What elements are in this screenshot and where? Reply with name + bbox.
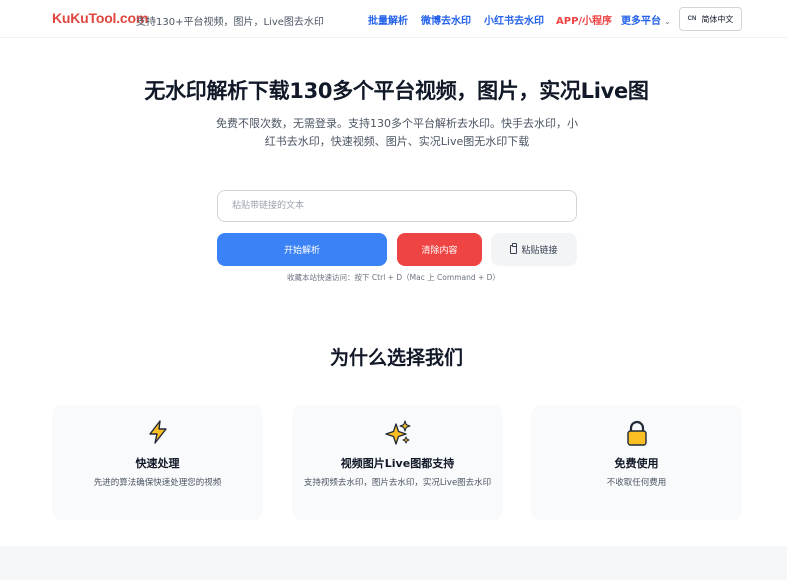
feature-card-formats: 视频图片Live图都支持 支持视频去水印，图片去水印，实况Live图去水印 bbox=[292, 405, 503, 520]
parse-button-label: 开始解析 bbox=[283, 246, 320, 256]
nav-more-label: 更多平台 bbox=[621, 16, 661, 27]
feature-desc: 支持视频去水印，图片去水印，实况Live图去水印 bbox=[303, 478, 492, 488]
feature-title: 免费使用 bbox=[614, 457, 659, 470]
nav-xiaohongshu[interactable]: 小红书去水印 bbox=[484, 12, 544, 27]
paste-button[interactable]: 粘贴链接 bbox=[491, 233, 577, 266]
hero-subtitle: 免费不限次数，无需登录。支持130多个平台解析去水印。快手去水印，小红书去水印，… bbox=[216, 117, 578, 148]
hero-title: 无水印解析下载130多个平台视频，图片，实况Live图 bbox=[144, 79, 649, 103]
lock-icon bbox=[531, 419, 742, 447]
lightning-icon bbox=[52, 419, 263, 447]
clear-button-label: 清除内容 bbox=[421, 246, 458, 256]
feature-title: 视频图片Live图都支持 bbox=[340, 457, 455, 470]
site-tagline: 支持130+平台视频，图片，Live图去水印 bbox=[136, 17, 324, 28]
chevron-down-icon: ⌄ bbox=[664, 17, 671, 26]
feature-card-free: 免费使用 不收取任何费用 bbox=[531, 405, 742, 520]
language-switch[interactable]: CN 简体中文 bbox=[679, 7, 742, 31]
paste-button-label: 粘贴链接 bbox=[521, 246, 558, 256]
clipboard-icon bbox=[510, 243, 518, 254]
nav-more-platforms[interactable]: 更多平台 ⌄ bbox=[621, 12, 671, 27]
parse-button[interactable]: 开始解析 bbox=[217, 233, 387, 266]
feature-title: 快速处理 bbox=[135, 457, 180, 470]
feature-desc: 先进的算法确保快速处理您的视频 bbox=[93, 478, 222, 488]
language-code: CN bbox=[687, 16, 697, 22]
site-header: KuKuTool.com 支持130+平台视频，图片，Live图去水印 批量解析… bbox=[0, 0, 787, 38]
language-label: 简体中文 bbox=[701, 14, 734, 24]
footer-section bbox=[0, 546, 787, 580]
feature-card-fast: 快速处理 先进的算法确保快速处理您的视频 bbox=[52, 405, 263, 520]
nav-weibo[interactable]: 微博去水印 bbox=[421, 12, 471, 27]
link-input[interactable] bbox=[217, 190, 577, 222]
nav-batch-parse[interactable]: 批量解析 bbox=[368, 12, 408, 27]
clear-button[interactable]: 清除内容 bbox=[397, 233, 482, 266]
feature-desc: 不收取任何费用 bbox=[606, 478, 667, 488]
bookmark-hint: 收藏本站快速访问：按下 Ctrl + D（Mac 上 Command + D） bbox=[287, 273, 500, 282]
site-logo[interactable]: KuKuTool.com bbox=[52, 10, 148, 26]
nav-app-miniprogram[interactable]: APP/小程序 bbox=[556, 12, 612, 27]
why-title: 为什么选择我们 bbox=[329, 347, 463, 369]
sparkles-icon bbox=[292, 419, 503, 447]
